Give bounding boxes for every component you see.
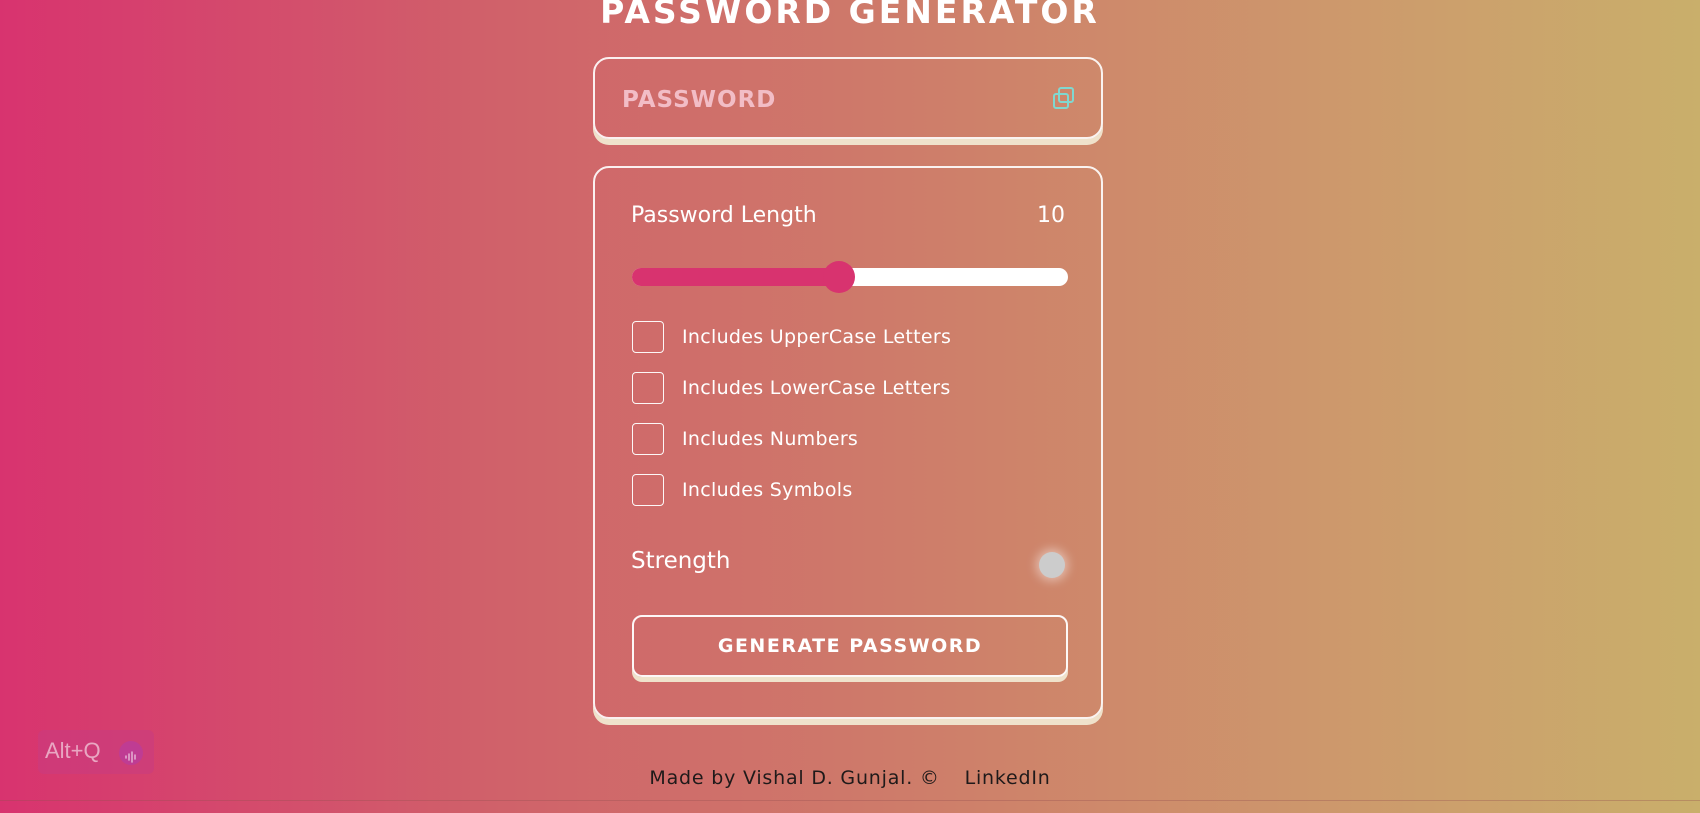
length-value: 10	[1037, 203, 1065, 228]
option-label: Includes Symbols	[682, 479, 853, 501]
password-output[interactable]: PASSWORD	[622, 87, 776, 113]
uppercase-checkbox[interactable]	[632, 321, 664, 353]
numbers-checkbox[interactable]	[632, 423, 664, 455]
lowercase-checkbox[interactable]	[632, 372, 664, 404]
option-symbols[interactable]: Includes Symbols	[632, 473, 853, 507]
length-slider[interactable]	[632, 261, 1068, 293]
option-uppercase[interactable]: Includes UpperCase Letters	[632, 320, 951, 354]
waveform-icon	[119, 741, 143, 765]
length-label: Password Length	[631, 203, 817, 228]
slider-thumb[interactable]	[823, 261, 855, 293]
option-lowercase[interactable]: Includes LowerCase Letters	[632, 371, 951, 405]
strength-label: Strength	[631, 548, 731, 574]
password-display: PASSWORD	[593, 57, 1103, 139]
option-label: Includes UpperCase Letters	[682, 326, 952, 348]
footer: Made by Vishal D. Gunjal. © LinkedIn	[0, 767, 1700, 789]
slider-fill	[632, 268, 839, 286]
copy-icon[interactable]	[1051, 85, 1077, 111]
option-numbers[interactable]: Includes Numbers	[632, 422, 858, 456]
option-label: Includes LowerCase Letters	[682, 377, 951, 399]
option-label: Includes Numbers	[682, 428, 859, 450]
settings-card: Password Length 10 Includes UpperCase Le…	[593, 166, 1103, 719]
hotkey-label: Alt+Q	[45, 738, 101, 763]
linkedin-link[interactable]: LinkedIn	[965, 767, 1051, 789]
generate-password-button[interactable]: GENERATE PASSWORD	[632, 615, 1068, 677]
footer-credit: Made by Vishal D. Gunjal. ©	[649, 767, 940, 789]
hotkey-badge[interactable]: Alt+Q	[38, 730, 154, 774]
footer-divider	[0, 800, 1700, 801]
page-title: PASSWORD GENERATOR	[600, 0, 1100, 31]
symbols-checkbox[interactable]	[632, 474, 664, 506]
strength-indicator	[1039, 552, 1065, 578]
